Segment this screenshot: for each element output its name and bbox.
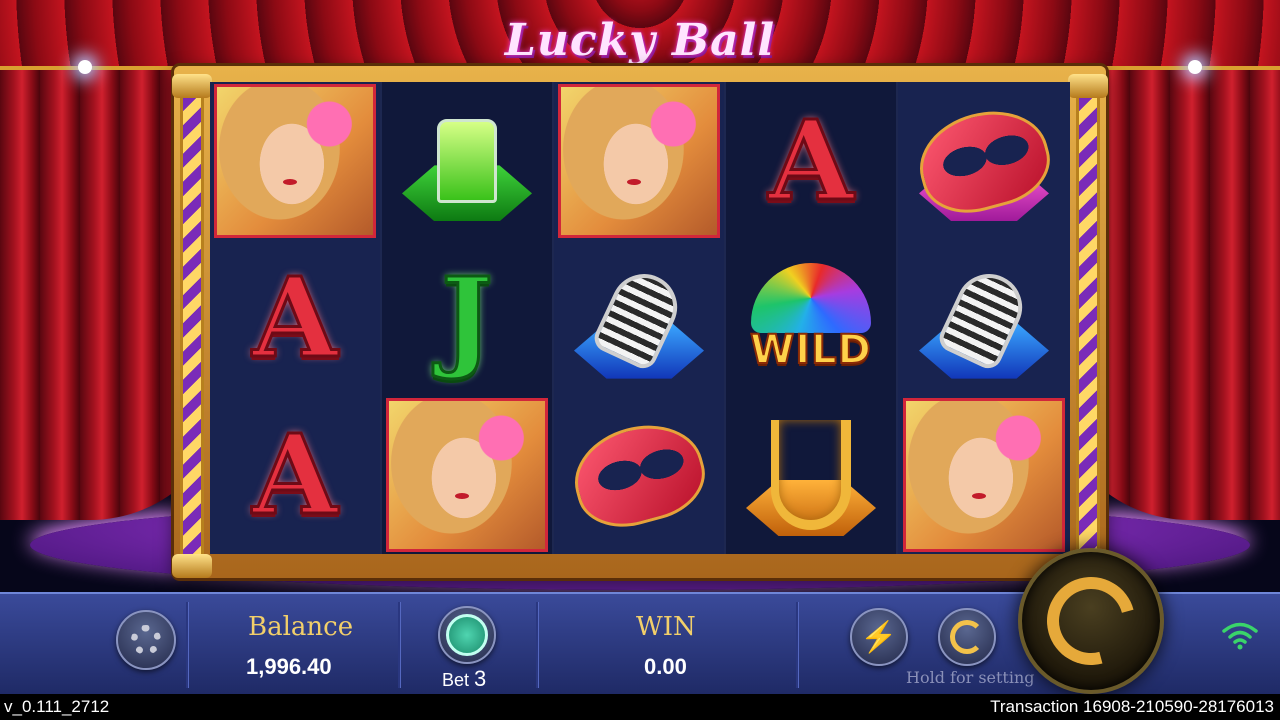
footer-bar: v_0.111_2712 Transaction 16908-210590-28…: [0, 694, 1280, 720]
win-label: WIN: [636, 612, 696, 642]
chip-stack-icon: [446, 614, 488, 656]
pillar-cap: [1068, 74, 1108, 98]
reel-cell: [898, 239, 1070, 397]
lady-symbol-icon: [386, 398, 548, 553]
divider: [536, 602, 538, 688]
spotlight-icon: [78, 60, 92, 74]
win-value: 0.00: [644, 654, 687, 679]
spin-arrow-icon: [1030, 560, 1152, 682]
divider: [398, 602, 400, 688]
balance-value: 1,996.40: [246, 654, 332, 679]
reel-cell: A: [726, 82, 898, 240]
bet-value: 3: [474, 666, 487, 691]
autospin-icon: [950, 620, 984, 654]
reel-cell: [554, 239, 726, 397]
mask-symbol-icon: [563, 412, 715, 539]
lightning-icon: ⚡: [860, 620, 898, 654]
letter-a-symbol: A: [251, 410, 339, 540]
lady-symbol-icon: [558, 83, 720, 238]
wild-symbol: WILD: [749, 326, 872, 374]
reel-cell: [382, 396, 554, 554]
reel-cell: [898, 82, 1070, 240]
version-label: v_0.111_2712: [4, 697, 110, 716]
reel-cell: J: [382, 239, 554, 397]
reel-cell: [726, 396, 898, 554]
reel-cell: [898, 396, 1070, 554]
reel-cell: WILD: [726, 239, 898, 397]
autospin-button[interactable]: [938, 608, 996, 666]
turbo-button[interactable]: ⚡: [850, 608, 908, 666]
feathers-icon: [751, 262, 871, 333]
mask-symbol-icon: [908, 97, 1060, 224]
letter-j-symbol: J: [439, 252, 494, 382]
balance-label: Balance: [248, 612, 354, 642]
left-pillar: [180, 80, 204, 574]
lady-symbol-icon: [903, 398, 1065, 553]
divider: [186, 602, 188, 688]
divider: [796, 602, 798, 688]
right-pillar: [1076, 80, 1100, 574]
gear-icon: [131, 625, 161, 655]
reel-cell: [554, 396, 726, 554]
letter-a-symbol: A: [767, 95, 855, 225]
spotlight-icon: [1188, 60, 1202, 74]
transaction-label: Transaction 16908-210590-28176013: [990, 697, 1274, 716]
reel-cell: [210, 82, 382, 240]
hold-for-setting-label: Hold for setting: [906, 668, 1035, 687]
bet-label: Bet: [442, 670, 470, 690]
bet-button[interactable]: [438, 606, 496, 664]
champagne-symbol-icon: [437, 118, 497, 203]
letter-a-symbol: A: [251, 252, 339, 382]
pillar-cap: [172, 554, 212, 578]
settings-button[interactable]: [116, 610, 176, 670]
reel-cell: A: [210, 396, 382, 554]
spin-button[interactable]: [1018, 548, 1164, 694]
reel-cell: A: [210, 239, 382, 397]
lady-symbol-icon: [214, 83, 376, 238]
wifi-icon: [1222, 622, 1258, 650]
saxophone-symbol-icon: [771, 420, 851, 531]
pillar-cap: [172, 74, 212, 98]
reel-cell: [554, 82, 726, 240]
bet-display: Bet 3: [442, 666, 486, 692]
reel-grid: A A J WILD A: [210, 82, 1070, 554]
reel-cell: [382, 82, 554, 240]
